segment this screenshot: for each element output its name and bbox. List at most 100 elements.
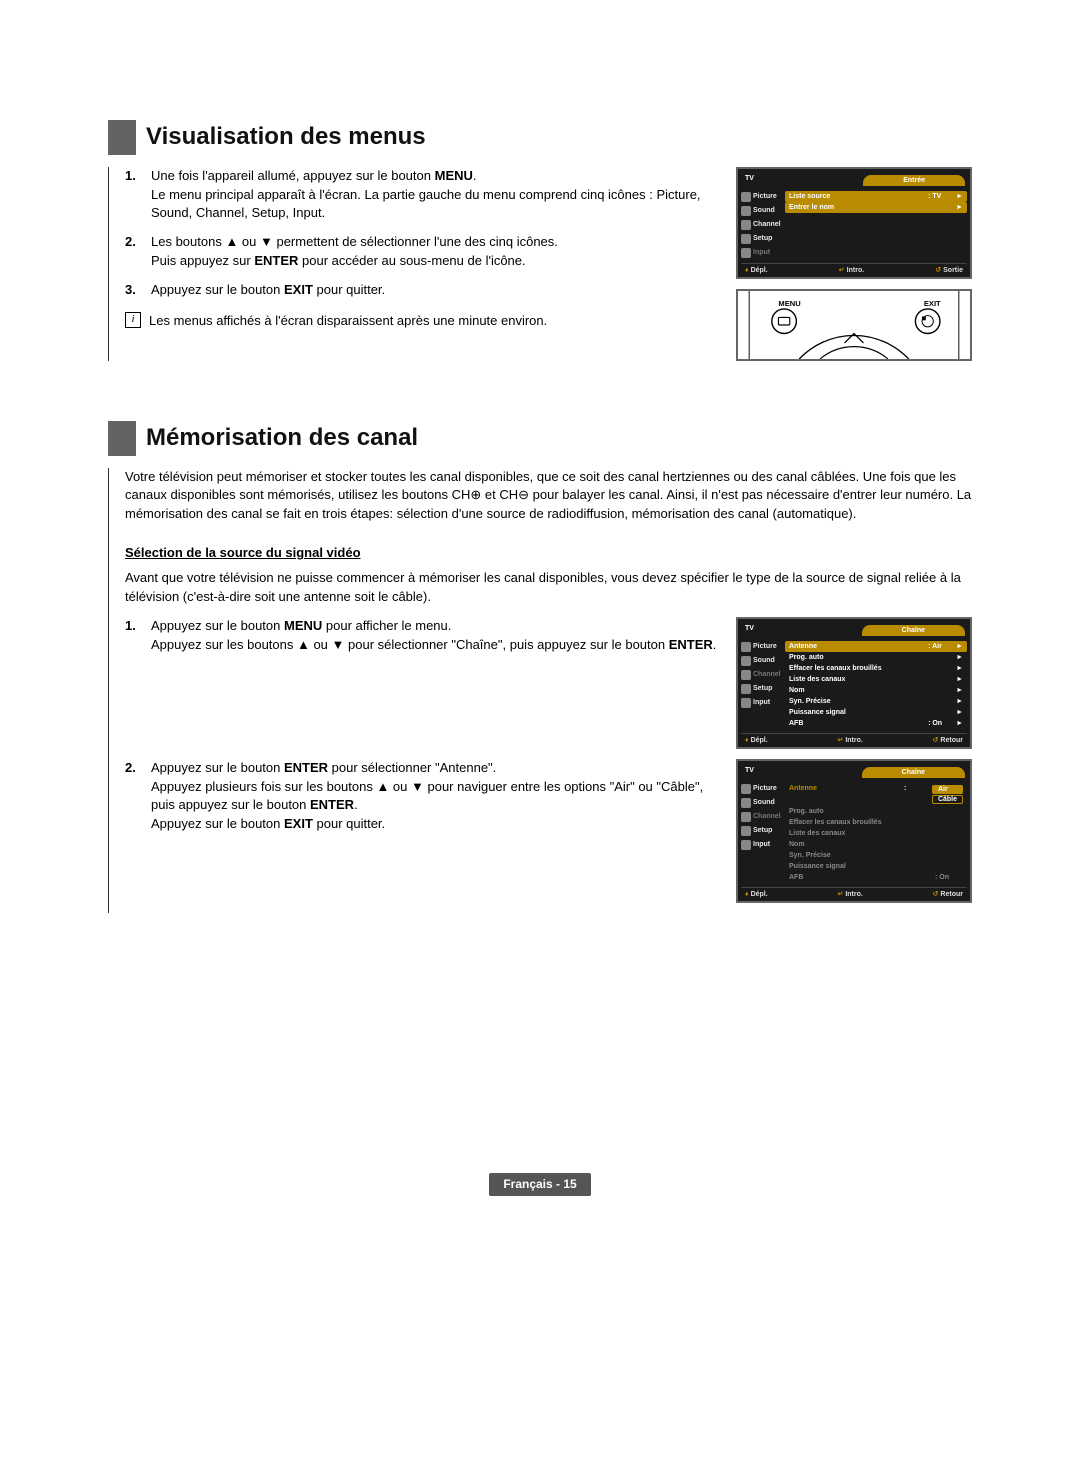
enter-bold: ENTER [284,760,328,775]
picture-icon [741,192,751,202]
enter-icon: ↵ [837,891,843,898]
note-text: Les menus affichés à l'écran disparaisse… [149,312,547,331]
s2-line3-c: pour quitter. [313,816,385,831]
osd-row: Effacer les canaux brouillés [785,817,967,828]
enter-icon: ↵ [839,267,845,274]
sound-icon [741,656,751,666]
enter-bold: ENTER [254,253,298,268]
arrow-right-icon: ► [956,720,963,727]
footer-move: Dépl. [751,267,768,274]
osd-icon-label: Picture [753,785,777,792]
step-number: 2. [125,233,143,271]
osd-row-label: Nom [789,841,963,848]
subheading: Sélection de la source du signal vidéo [125,544,972,563]
s1-text-a: Appuyez sur le bouton [151,618,284,633]
s2-line2-c: . [354,797,358,812]
osd-row-label: Effacer les canaux brouillés [789,819,963,826]
osd-icon-label: Picture [753,193,777,200]
osd-row: Effacer les canaux brouillés► [785,663,967,674]
osd-entree: TV Entrée Picture Sound Channel Setup In… [736,167,972,279]
updown-icon: ♦ [745,267,749,274]
footer-enter: Intro. [845,737,863,744]
step3-text-a: Appuyez sur le bouton [151,282,284,297]
updown-icon: ♦ [745,737,749,744]
remote-menu-label: MENU [778,299,800,308]
osd-row-label: Puissance signal [789,709,956,716]
return-icon: ↺ [933,737,939,744]
osd-row: AFB: On [785,872,967,883]
s2-text-c: pour sélectionner "Antenne". [328,760,496,775]
option-air: Air [932,785,963,794]
footer-exit: Retour [940,737,963,744]
s1-line2-c: . [713,637,717,652]
channel-icon [741,220,751,230]
step2-text-bc: pour accéder au sous-menu de l'icône. [298,253,525,268]
return-icon: ↺ [935,267,941,274]
osd-row: Syn. Précise [785,850,967,861]
osd-title: Chaîne [862,767,965,778]
arrow-right-icon: ► [956,676,963,683]
remote-diagram: MENU EXIT [736,289,972,361]
footer-exit: Retour [940,891,963,898]
enter-bold: ENTER [669,637,713,652]
osd-icon-label: Sound [753,207,775,214]
arrow-right-icon: ► [956,654,963,661]
osd-title: Chaîne [862,625,965,636]
osd-tv-label: TV [745,175,754,186]
osd-row-value [928,204,956,211]
channel-icon [741,812,751,822]
osd-row-label: Nom [789,687,956,694]
osd-row-value: : TV [928,193,956,200]
osd-row-label: Antenne [789,643,928,650]
osd-icon-label: Setup [753,235,772,242]
option-cable: Câble [932,795,963,804]
osd-row-label: Entrer le nom [789,204,928,211]
osd-row: Antenne: Air► [785,641,967,652]
heading-visualisation: Visualisation des menus [108,120,972,155]
step2-text-a: Les boutons ▲ ou ▼ permettent de sélecti… [151,234,558,249]
menu-bold: MENU [435,168,473,183]
input-icon [741,698,751,708]
osd-row-label: Liste des canaux [789,676,956,683]
footer-move: Dépl. [751,737,768,744]
step-number: 3. [125,281,143,300]
osd-tv-label: TV [745,767,754,778]
osd-icon-label: Channel [753,671,781,678]
osd-row-label: Prog. auto [789,654,956,661]
osd-row: Prog. auto [785,806,967,817]
input-icon [741,248,751,258]
exit-bold: EXIT [284,282,313,297]
step-1: 1. Une fois l'appareil allumé, appuyez s… [125,167,724,224]
picture-icon [741,642,751,652]
osd-row-label: AFB [789,874,935,881]
osd-icon-label: Setup [753,827,772,834]
enter-bold: ENTER [310,797,354,812]
step1-line2: Le menu principal apparaît à l'écran. La… [151,187,701,221]
osd-row-label: Puissance signal [789,863,963,870]
arrow-right-icon: ► [956,687,963,694]
step-number: 1. [125,167,143,224]
setup-icon [741,826,751,836]
osd-row: Nom► [785,685,967,696]
osd-row-value: : On [928,720,956,727]
osd-row: Nom [785,839,967,850]
sound-icon [741,798,751,808]
osd-icon-label: Input [753,249,770,256]
osd-title: Entrée [863,175,965,186]
arrow-right-icon: ► [956,643,963,650]
sound-icon [741,206,751,216]
osd-row-value: : [904,785,932,804]
osd-row-label: Syn. Précise [789,852,963,859]
footer-enter: Intro. [845,891,863,898]
osd-chaine-2: TV Chaîne Picture Sound Channel Setup In… [736,759,972,903]
step-3: 3. Appuyez sur le bouton EXIT pour quitt… [125,281,724,300]
step1-text-a: Une fois l'appareil allumé, appuyez sur … [151,168,435,183]
footer-exit: Sortie [943,267,963,274]
heading-memorisation: Mémorisation des canal [108,421,972,456]
input-icon [741,840,751,850]
osd-row: AFB: On► [785,718,967,729]
osd-row-label: Liste des canaux [789,830,963,837]
osd-row: Liste des canaux► [785,674,967,685]
step-number: 1. [125,617,143,655]
osd-icon-label: Input [753,699,770,706]
